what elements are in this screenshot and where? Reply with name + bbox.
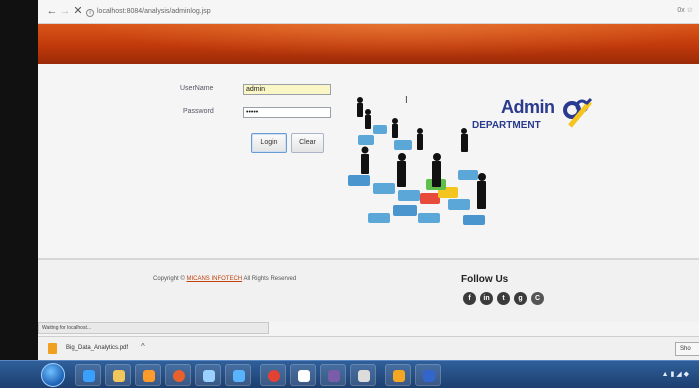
copyright-prefix: Copyright © (153, 276, 185, 282)
taskbar-firefox-icon[interactable] (165, 364, 191, 386)
download-file-name[interactable]: Big_Data_Analytics.pdf (66, 345, 128, 351)
taskbar-ie-icon[interactable] (75, 364, 101, 386)
browser-window: ← → ✕ i localhost:8084/analysis/adminlog.… (38, 0, 699, 360)
taskbar-chrome-icon[interactable] (260, 364, 286, 386)
show-all-downloads-button[interactable]: Sho (675, 342, 699, 356)
taskbar-app-icon[interactable] (320, 364, 346, 386)
taskbar-app-icon[interactable] (415, 364, 441, 386)
username-input[interactable]: admin (243, 84, 331, 95)
url-field[interactable]: i localhost:8084/analysis/adminlog.jsp (86, 4, 211, 19)
copyright-suffix: All Rights Reserved (243, 276, 297, 282)
taskbar-media-icon[interactable] (135, 364, 161, 386)
downloads-bar: Big_Data_Analytics.pdf ^ Sho (38, 336, 699, 360)
login-button[interactable]: Login (251, 133, 287, 153)
chevron-up-icon[interactable]: ^ (141, 342, 145, 351)
header-banner (38, 24, 699, 64)
pdf-file-icon (48, 343, 57, 354)
taskbar-app-icon[interactable] (225, 364, 251, 386)
taskbar-app-icon[interactable] (385, 364, 411, 386)
screen-bezel (0, 0, 38, 360)
taskbar-app-icon[interactable] (350, 364, 376, 386)
linkedin-icon[interactable]: in (480, 292, 493, 305)
google-plus-icon[interactable]: g (514, 292, 527, 305)
admin-logo-title: Admin (501, 97, 555, 117)
follow-us-heading: Follow Us (461, 274, 509, 285)
url-text: localhost:8084/analysis/adminlog.jsp (97, 8, 211, 15)
twitter-icon[interactable]: t (497, 292, 510, 305)
taskbar-app-icon[interactable] (290, 364, 316, 386)
screen: ← → ✕ i localhost:8084/analysis/adminlog.… (0, 0, 699, 388)
status-bar: Waiting for localhost... (38, 322, 269, 334)
system-tray[interactable]: ▲ ▮ ◢ ◆ (662, 370, 689, 378)
address-bar-actions[interactable]: 0x ☆ (677, 6, 693, 14)
close-icon[interactable]: ✕ (72, 5, 84, 17)
clear-button[interactable]: Clear (291, 133, 324, 153)
info-icon: i (86, 9, 94, 17)
address-bar: ← → ✕ i localhost:8084/analysis/adminlog.… (38, 0, 699, 24)
taskbar-app-icon[interactable] (195, 364, 221, 386)
teamwork-illustration (348, 97, 486, 225)
taskbar-explorer-icon[interactable] (105, 364, 131, 386)
admin-logo-subtitle: DEPARTMENT (472, 120, 541, 131)
username-label: UserName (180, 85, 214, 92)
taskbar: ▲ ▮ ◢ ◆ (0, 360, 699, 388)
admin-logo-icon (563, 97, 593, 128)
page-footer (38, 260, 699, 322)
company-link[interactable]: MICANS INFOTECH (186, 276, 242, 282)
start-button[interactable] (41, 363, 65, 387)
password-label: Password (183, 108, 214, 115)
social-c-icon[interactable]: C (531, 292, 544, 305)
forward-arrow-icon[interactable]: → (59, 5, 71, 17)
back-arrow-icon[interactable]: ← (46, 5, 58, 17)
copyright-text: Copyright © MICANS INFOTECH All Rights R… (153, 276, 296, 282)
facebook-icon[interactable]: f (463, 292, 476, 305)
password-input[interactable]: ••••• (243, 107, 331, 118)
